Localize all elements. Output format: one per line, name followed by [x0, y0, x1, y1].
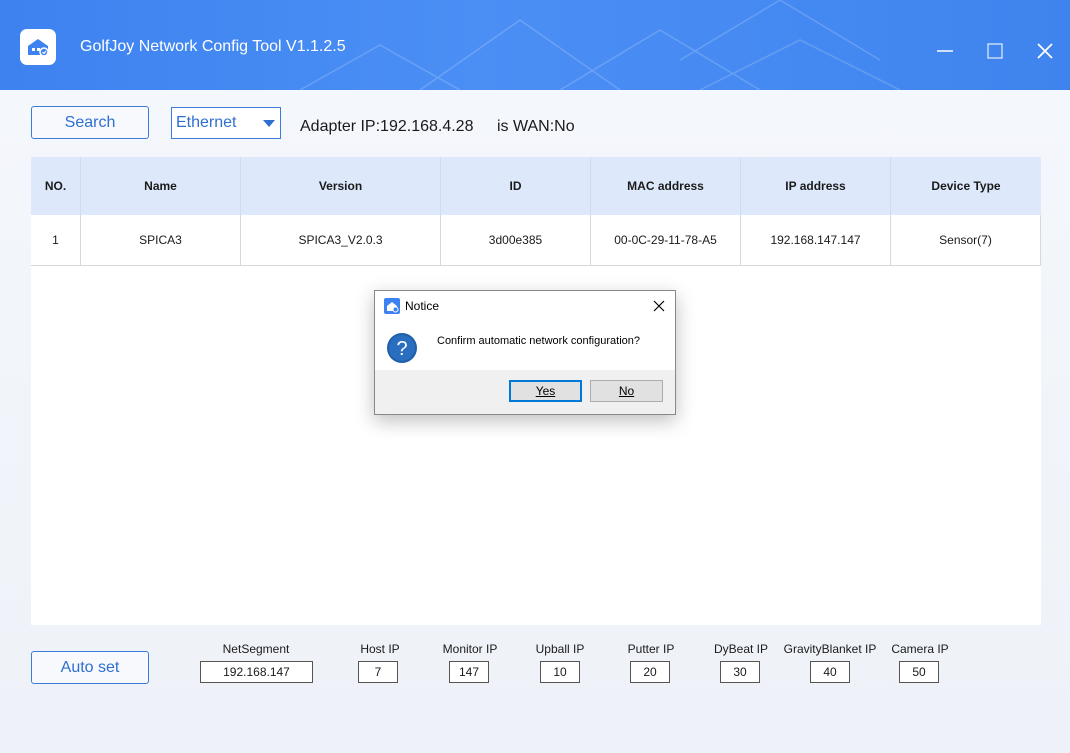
search-button[interactable]: Search — [31, 106, 149, 139]
cell-ip: 192.168.147.147 — [741, 215, 891, 265]
adapter-select-value: Ethernet — [176, 114, 237, 131]
dialog-footer: Yes No — [375, 370, 675, 414]
col-header-device-type[interactable]: Device Type — [891, 157, 1041, 215]
dialog-message: Confirm automatic network configuration? — [437, 335, 640, 347]
cell-name: SPICA3 — [81, 215, 241, 265]
gravityblanket-ip-label: GravityBlanket IP — [783, 642, 877, 656]
adapter-select[interactable]: Ethernet — [171, 107, 281, 139]
maximize-icon[interactable] — [984, 40, 1006, 62]
col-header-no[interactable]: NO. — [31, 157, 81, 215]
chevron-down-icon[interactable] — [263, 120, 275, 127]
upball-ip-label: Upball IP — [535, 642, 585, 656]
netsegment-input[interactable]: 192.168.147 — [200, 661, 313, 683]
table-row[interactable]: 1 SPICA3 SPICA3_V2.0.3 3d00e385 00-0C-29… — [31, 215, 1041, 266]
monitor-ip-label: Monitor IP — [442, 642, 498, 656]
adapter-ip-label: Adapter IP:192.168.4.28 — [300, 118, 474, 135]
question-icon: ? — [386, 332, 418, 364]
camera-ip-label: Camera IP — [891, 642, 949, 656]
col-header-ip[interactable]: IP address — [741, 157, 891, 215]
cell-id: 3d00e385 — [441, 215, 591, 265]
cell-mac: 00-0C-29-11-78-A5 — [591, 215, 741, 265]
upball-ip-input[interactable]: 10 — [540, 661, 580, 683]
app-title: GolfJoy Network Config Tool V1.1.2.5 — [80, 38, 346, 55]
no-button[interactable]: No — [590, 380, 663, 402]
minimize-icon[interactable] — [934, 40, 956, 62]
putter-ip-label: Putter IP — [627, 642, 675, 656]
cell-no: 1 — [31, 215, 81, 265]
close-icon[interactable] — [1034, 40, 1056, 62]
host-ip-input[interactable]: 7 — [358, 661, 398, 683]
cell-device-type: Sensor(7) — [891, 215, 1041, 265]
netsegment-label: NetSegment — [222, 642, 290, 656]
col-header-version[interactable]: Version — [241, 157, 441, 215]
is-wan-label: is WAN:No — [497, 118, 575, 135]
dybeat-ip-input[interactable]: 30 — [720, 661, 760, 683]
gravityblanket-ip-input[interactable]: 40 — [810, 661, 850, 683]
dybeat-ip-label: DyBeat IP — [713, 642, 769, 656]
col-header-mac[interactable]: MAC address — [591, 157, 741, 215]
dialog-title: Notice — [405, 299, 440, 313]
camera-ip-input[interactable]: 50 — [899, 661, 939, 683]
cell-version: SPICA3_V2.0.3 — [241, 215, 441, 265]
col-header-id[interactable]: ID — [441, 157, 591, 215]
title-bar: GolfJoy Network Config Tool V1.1.2.5 — [0, 0, 1070, 90]
dialog-close-icon[interactable] — [651, 298, 667, 314]
table-header: NO. Name Version ID MAC address IP addre… — [31, 157, 1041, 215]
putter-ip-input[interactable]: 20 — [630, 661, 670, 683]
app-logo-icon — [20, 29, 56, 65]
app-small-icon — [384, 298, 400, 314]
notice-dialog: Notice ? Confirm automatic network confi… — [374, 290, 676, 415]
host-ip-label: Host IP — [360, 642, 400, 656]
auto-set-button[interactable]: Auto set — [31, 651, 149, 684]
svg-text:?: ? — [396, 338, 407, 360]
yes-button[interactable]: Yes — [509, 380, 582, 402]
col-header-name[interactable]: Name — [81, 157, 241, 215]
monitor-ip-input[interactable]: 147 — [449, 661, 489, 683]
